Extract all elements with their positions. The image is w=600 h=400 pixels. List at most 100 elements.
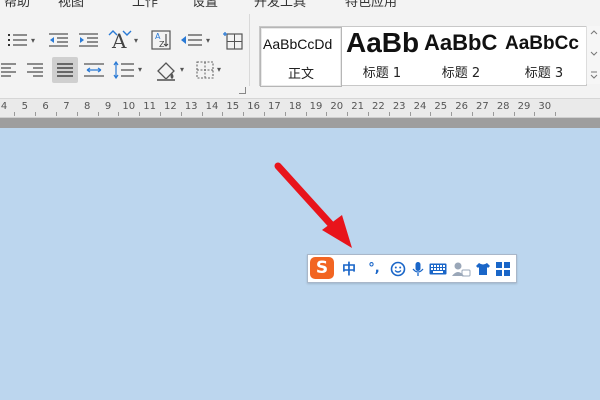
line-spacing-direction-icon[interactable] [180,30,204,50]
ruler-number: 20 [330,101,344,112]
ruler-tick [388,112,390,116]
skin-icon[interactable] [474,258,492,279]
shading-dropdown-icon[interactable]: ▾ [180,65,184,74]
ruler-tick [76,112,78,116]
ruler-tick [555,112,557,116]
styles-gallery-scroller[interactable] [586,26,600,84]
ruler-tick [472,112,473,116]
ruler-number: 7 [63,101,70,112]
align-left-icon[interactable] [0,59,18,81]
ruler-number: 16 [247,101,260,112]
ruler-number: 17 [268,101,281,112]
borders-icon[interactable] [194,59,216,81]
sort-icon[interactable]: AZ [150,29,172,51]
decrease-indent-icon[interactable] [48,30,70,50]
ruler-number: 26 [455,101,468,112]
ruler-number: 6 [42,101,49,112]
toolbox-icon[interactable] [494,258,512,279]
ruler-number: 25 [434,101,448,112]
ruler-tick [160,112,161,116]
ruler-tick [139,112,141,116]
style-name: 标题 2 [441,66,481,81]
paragraph-settings-launcher-icon[interactable] [239,87,246,94]
ruler-tick [451,112,453,116]
horizontal-ruler[interactable]: 4 5 6 7 8 9 10 11 12 13 14 15 16 17 18 19 20 21 22 23 24 25 26… [0,99,600,118]
ruler-tick [347,112,349,116]
ruler-number: 19 [309,101,323,112]
tab-6[interactable]: 特色应用 [345,0,397,8]
style-item-heading-1[interactable]: AaBb 标题 1 [343,27,421,85]
font-size-dropdown-icon[interactable]: ▾ [134,36,138,45]
ruler-number: 4 [0,101,8,112]
ruler-tick [56,112,57,116]
ruler-tick [513,112,515,116]
ruler-number: 28 [496,101,510,112]
increase-indent-icon[interactable] [78,30,100,50]
borders-dropdown-icon[interactable]: ▾ [217,65,221,74]
style-name: 标题 1 [362,66,402,81]
style-sample: AaBbC [424,30,498,55]
ruler-tick [35,112,37,116]
numbering-list-icon[interactable] [6,30,30,50]
ruler-number: 12 [164,101,177,112]
ruler-number: 13 [184,101,198,112]
user-icon[interactable] [451,258,471,279]
align-right-icon[interactable] [24,59,46,81]
ime-toolbar[interactable]: S 中 °, [307,254,517,283]
ruler-tick [368,112,369,116]
ruler-number: 8 [84,101,91,112]
direction-dropdown-icon[interactable]: ▾ [206,36,210,45]
ruler-number: 11 [143,101,156,112]
ruler-number: 14 [205,101,219,112]
ruler-tick [409,112,411,116]
ruler-tick [430,112,432,116]
line-spacing-icon[interactable] [112,59,136,81]
distributed-align-icon[interactable] [82,59,106,81]
ruler-tick [97,112,99,116]
ruler-number: 18 [288,101,302,112]
ruler-tick [326,112,328,116]
style-name: 正文 [287,67,314,82]
style-item-heading-3[interactable]: AaBbCc 标题 3 [503,27,585,85]
ruler-number: 15 [226,101,240,112]
ruler-number: 21 [351,101,364,112]
ruler-tick [201,112,203,116]
font-size-change-icon[interactable]: A [108,28,132,52]
ruler-gutter [0,118,600,128]
annotation-arrow-icon [274,162,352,248]
ruler-number: 22 [372,101,385,112]
ruler-tick [492,112,494,116]
voice-icon[interactable] [409,258,427,279]
style-item-normal[interactable]: AaBbCcDd 正文 [260,27,342,87]
ruler-tick [14,112,16,116]
line-spacing-dropdown-icon[interactable]: ▾ [138,65,142,74]
style-sample: AaBbCcDd [263,36,333,52]
tab-2[interactable]: 视图 [58,0,84,8]
sogou-logo-icon[interactable]: S [310,257,334,279]
ime-mode-toggle[interactable]: 中 [340,258,358,279]
punctuation-toggle[interactable]: °, [363,258,385,279]
style-sample: AaBbCc [505,33,579,54]
numbering-dropdown-icon[interactable]: ▾ [31,36,35,45]
ruler-number: 24 [413,101,427,112]
ruler-tick [534,112,536,116]
group-separator [249,14,250,86]
tab-4[interactable]: 设置 [192,0,218,8]
ribbon: 帮助 视图 工作 设置 开发工具 特色应用 ▾ A ▾ AZ ▾ ▾ ▾ ▾ A… [0,0,600,99]
ruler-number: 10 [122,101,136,112]
tab-5[interactable]: 开发工具 [254,0,306,8]
justify-button[interactable] [52,57,78,83]
justify-icon [57,63,73,77]
tab-1[interactable]: 帮助 [4,0,30,8]
style-item-heading-2[interactable]: AaBbC 标题 2 [422,27,500,85]
ruler-tick [264,112,265,116]
shading-icon[interactable] [154,58,178,82]
tab-3[interactable]: 工作 [132,0,158,8]
style-name: 标题 3 [524,66,564,81]
emoji-icon[interactable] [388,258,408,279]
styles-gallery: AaBbCcDd 正文 AaBb 标题 1 AaBbC 标题 2 AaBbCc … [259,26,587,87]
ruler-tick [305,112,307,116]
keyboard-icon[interactable] [428,258,448,279]
table-insert-icon[interactable] [222,29,244,51]
ruler-tick [222,112,224,116]
